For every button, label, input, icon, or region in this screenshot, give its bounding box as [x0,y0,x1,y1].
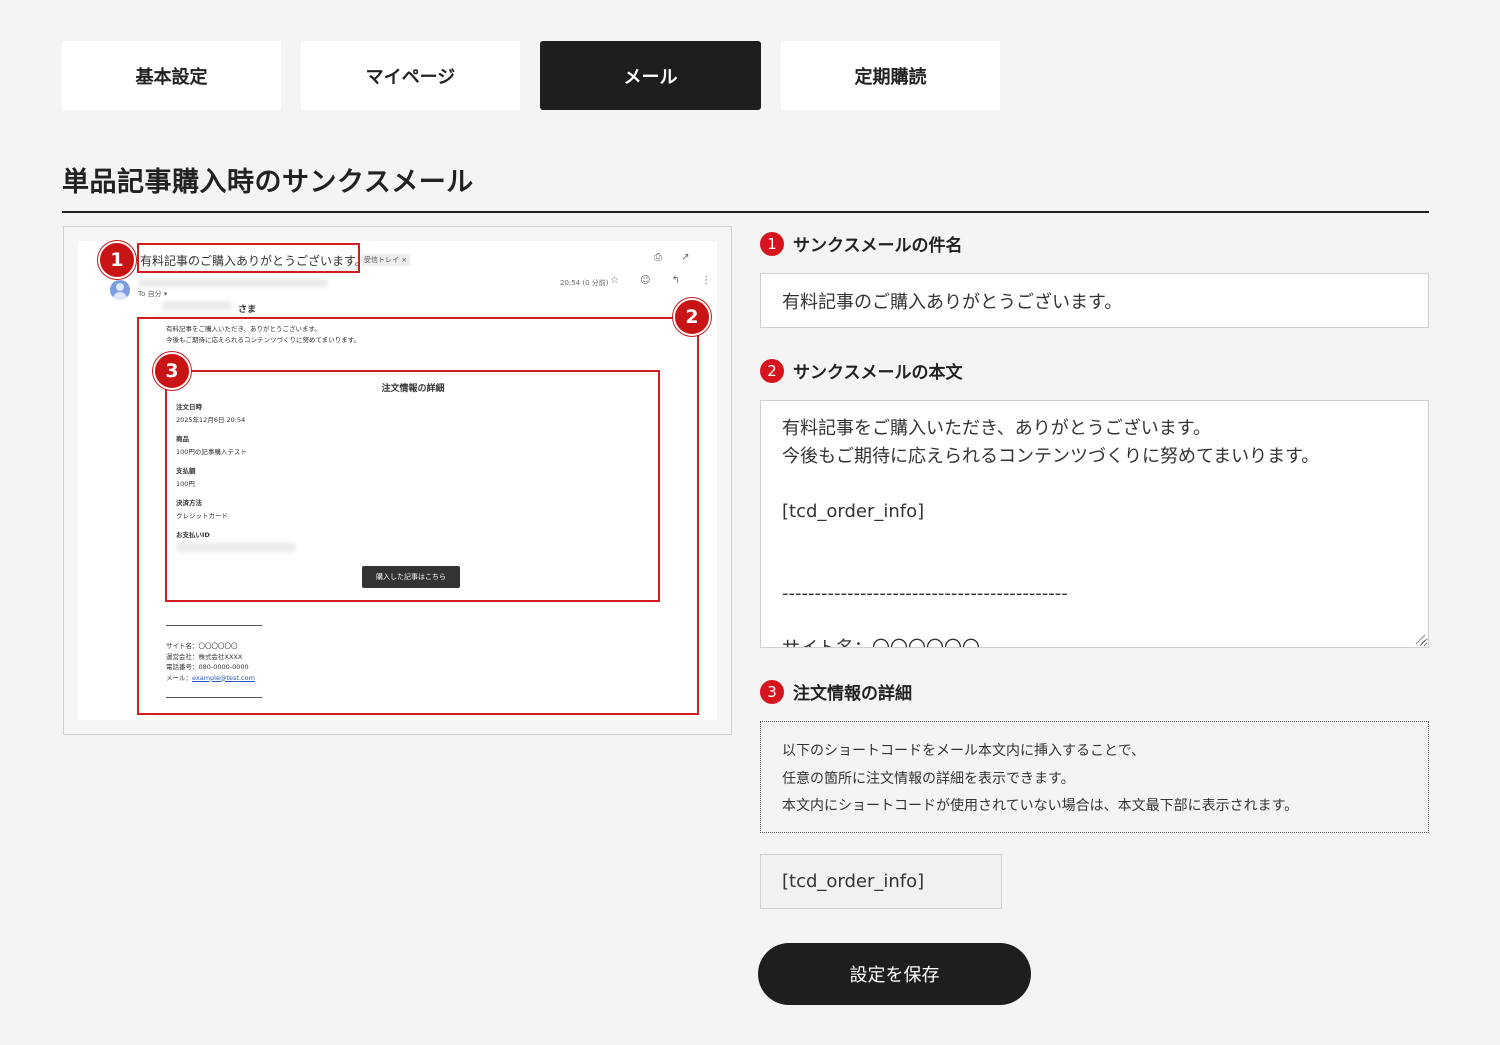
preview-salutation: さま [238,305,257,315]
order-label-text: 注文情報の詳細 [793,684,912,704]
preview-badge-1: 1 [98,241,136,279]
shortcode-box[interactable]: [tcd_order_info] [760,854,1002,909]
description-line: 以下のショートコードをメール本文内に挿入することで、 [782,743,1146,759]
description-line: 本文内にショートコードが使用されていない場合は、本文最下部に表示されます。 [782,798,1299,814]
body-label-text: サンクスメールの本文 [793,363,963,383]
resize-handle-icon[interactable] [1414,633,1426,645]
preview-print-popout-icons: ⎙ ↗ [654,252,698,263]
highlight-subject [137,243,360,273]
preview-avatar-icon [110,280,130,300]
page-title: 単品記事購入時のサンクスメール [62,167,474,198]
page: 基本設定 マイページ メール 定期購読 単品記事購入時のサンクスメール 有料記事… [0,0,1500,1045]
preview-recipient-blurred [162,301,232,310]
subject-field-label: 1 サンクスメールの件名 [760,231,963,256]
tab-basic-settings[interactable]: 基本設定 [62,41,281,110]
subject-input[interactable] [760,273,1429,328]
highlight-order-info [165,370,660,602]
order-info-description: 以下のショートコードをメール本文内に挿入することで、 任意の箇所に注文情報の詳細… [760,721,1429,833]
order-field-label: 3 注文情報の詳細 [760,679,912,704]
tab-mail[interactable]: メール [540,41,761,110]
tab-mypage[interactable]: マイページ [301,41,520,110]
preview-badge-2: 2 [673,298,711,336]
title-divider [62,211,1429,213]
email-preview: 有料記事のご購入ありがとうございます。 受信トレイ × ⎙ ↗ To 自分 ▾ … [63,226,732,735]
number-badge-3: 3 [760,679,784,704]
tab-subscription[interactable]: 定期購読 [781,41,1000,110]
preview-sender-blurred [138,279,328,287]
preview-time: 20:54 (0 分前) [560,279,609,287]
save-button[interactable]: 設定を保存 [758,943,1031,1005]
preview-badge-3: 3 [153,352,191,390]
number-badge-2: 2 [760,358,784,383]
body-textarea[interactable]: 有料記事をご購入いただき、ありがとうございます。 今後もご期待に応えられるコンテ… [760,400,1429,648]
preview-inbox-tag: 受信トレイ × [361,254,411,266]
body-field-label: 2 サンクスメールの本文 [760,358,963,383]
description-line: 任意の箇所に注文情報の詳細を表示できます。 [782,770,1075,787]
preview-to-line: To 自分 ▾ [138,290,168,298]
number-badge-1: 1 [760,231,784,256]
settings-tabs: 基本設定 マイページ メール 定期購読 [62,41,1000,110]
preview-action-icons: ☆ ☺ ↰ ⋮ [610,275,717,286]
subject-label-text: サンクスメールの件名 [793,236,963,256]
